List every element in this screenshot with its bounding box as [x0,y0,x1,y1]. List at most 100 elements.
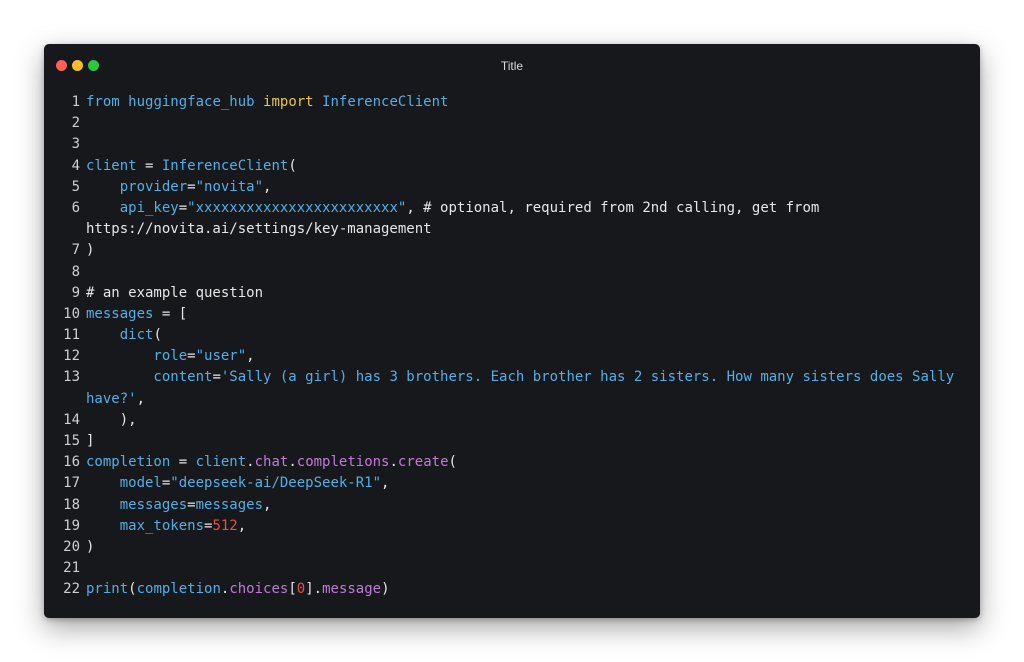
code-text: dict( [80,325,162,346]
code-token: from [86,94,129,110]
code-text: https://novita.ai/settings/key-managemen… [44,219,432,240]
code-token: = [ [153,305,188,322]
code-line: 22 print(completion.choices[0].message) [44,579,980,600]
code-token: ) [381,581,390,598]
code-line: 11 dict( [44,325,980,346]
code-token: ( [448,454,457,471]
line-number: 1 [71,94,80,110]
code-token: , [263,178,272,195]
line-number: 15 [63,433,80,449]
line-number: 4 [71,157,80,174]
line-number: 2 [71,115,80,132]
code-line-continuation: have?', [44,389,980,410]
code-token: , [237,517,247,534]
code-token: create [397,454,449,471]
code-token: dict [86,327,154,344]
code-token: chat [254,454,289,471]
code-token: messages [86,496,188,513]
code-token: , [136,390,146,407]
code-text: provider="novita", [80,177,272,198]
code-token: = [187,496,196,513]
code-line: 15] [44,431,980,452]
line-number: 11 [63,327,80,344]
code-token: ( [288,157,297,174]
line-number: 18 [63,496,80,513]
code-line: 7) [44,240,980,261]
code-editor: 1 from huggingface_hub import InferenceCl… [44,92,980,601]
code-text: role="user", [80,346,255,367]
code-token: messages [195,496,264,513]
code-token: . [389,454,398,471]
code-text: messages = [ [80,304,187,325]
code-token: 512 [212,517,238,534]
code-token: . [313,581,323,598]
code-token: ] [305,581,314,598]
line-number: 8 [71,263,80,280]
code-token: , [246,348,255,365]
code-token: , # optional, required from 2nd calling,… [406,199,820,216]
code-token: "deepseek-ai/DeepSeek-R1" [170,475,382,492]
code-token: model [86,475,162,492]
line-number: 5 [71,178,80,195]
code-line: 13 content='Sally (a girl) has 3 brother… [44,367,980,388]
code-line: 18 messages=messages, [44,495,980,516]
code-line: 21 [44,558,980,579]
line-number: 7 [71,242,80,259]
code-text: model="deepseek-ai/DeepSeek-R1", [80,473,390,494]
code-text: ) [80,537,94,558]
code-text: completion = client.chat.completions.cre… [80,452,457,473]
code-window: Title 1 from huggingface_hub import Infer… [44,44,980,618]
code-text: from huggingface_hub import InferenceCli… [80,92,448,113]
line-number: 21 [63,560,80,577]
line-number: 6 [71,199,80,216]
code-text: messages=messages, [80,495,272,516]
code-token: choices [229,581,289,598]
code-line: 14 ), [44,410,980,431]
code-text: max_tokens=512, [80,516,246,537]
code-token: InferenceClient [313,94,449,110]
code-line: 20) [44,537,980,558]
code-text: ] [80,431,94,452]
code-token: ) [86,538,95,555]
code-text: ) [80,240,94,261]
code-text: # an example question [80,283,263,304]
code-text: client = InferenceClient( [80,156,297,177]
code-token: https://novita.ai/settings/key-managemen… [86,221,432,238]
code-token: completion [86,454,171,471]
line-number: 22 [63,581,80,598]
code-line-continuation: https://novita.ai/settings/key-managemen… [44,219,980,240]
code-line: 9 # an example question [44,283,980,304]
code-token: client [195,454,247,471]
line-number: 12 [63,348,80,365]
code-line: 10 messages = [ [44,304,980,325]
code-token: , [381,475,390,492]
code-line: 6 api_key="xxxxxxxxxxxxxxxxxxxxxxxx", # … [44,198,980,219]
code-token: max_tokens [86,517,205,534]
code-token: 0 [296,581,306,598]
code-token: 'Sally (a girl) has 3 brothers. Each bro… [220,369,955,386]
code-line: 12 role="user", [44,346,980,367]
code-line: 3 [44,134,980,155]
code-token: ( [128,581,137,598]
line-number: 17 [63,475,80,492]
code-text: have?', [44,389,145,410]
line-number: 13 [63,369,80,386]
code-line: 17 model="deepseek-ai/DeepSeek-R1", [44,473,980,494]
code-token: = [170,454,196,471]
code-token: ( [153,327,162,344]
code-token: content [86,369,213,386]
code-token: = [178,199,188,216]
code-token: = [187,178,196,195]
code-line: 5 provider="novita", [44,177,980,198]
code-token: = [187,348,196,365]
code-token: role [86,348,188,365]
code-text: content='Sally (a girl) has 3 brothers. … [80,367,954,388]
code-token: InferenceClient [161,157,289,174]
line-number: 3 [71,136,80,153]
title-bar: Title [44,44,980,88]
code-token: message [322,581,382,598]
